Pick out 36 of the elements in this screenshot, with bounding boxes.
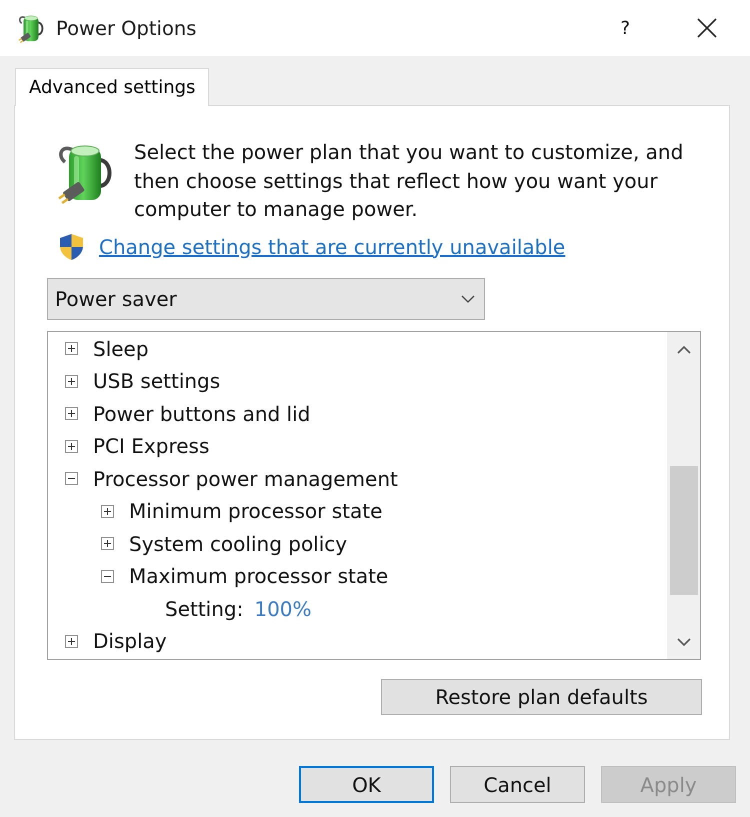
- tree-item[interactable]: PCI Express: [65, 430, 210, 462]
- plus-box-icon[interactable]: [65, 440, 78, 453]
- minus-box-icon[interactable]: [101, 570, 114, 583]
- minus-box-icon[interactable]: [65, 472, 78, 486]
- close-icon[interactable]: [697, 18, 717, 38]
- plus-box-icon[interactable]: [65, 374, 78, 388]
- plan-dropdown[interactable]: Power saver: [47, 278, 485, 320]
- setting-label: Setting:: [165, 596, 244, 621]
- chevron-down-icon[interactable]: [676, 638, 690, 646]
- tree-item[interactable]: Processor power management: [65, 462, 398, 495]
- restore-defaults-button[interactable]: Restore plan defaults: [381, 678, 702, 714]
- chevron-up-icon[interactable]: [676, 346, 690, 354]
- setting-value[interactable]: 100%: [254, 596, 312, 621]
- tree-item[interactable]: Maximum processor state: [101, 560, 388, 592]
- scrollbar-thumb[interactable]: [670, 466, 698, 594]
- help-button[interactable]: ?: [617, 18, 633, 38]
- dialog-button[interactable]: Cancel: [450, 766, 585, 803]
- tree-item[interactable]: Power buttons and lid: [65, 398, 310, 430]
- tree-item[interactable]: Display: [65, 625, 167, 658]
- plus-box-icon[interactable]: [101, 504, 114, 518]
- plus-box-icon[interactable]: [65, 407, 78, 420]
- plus-box-icon[interactable]: [65, 342, 78, 356]
- chevron-down-icon: [461, 294, 475, 302]
- plus-box-icon[interactable]: [101, 537, 114, 550]
- shield-icon: [58, 232, 85, 260]
- battery-plug-icon: [17, 12, 45, 44]
- tree-item[interactable]: Minimum processor state: [101, 495, 382, 528]
- tree-item[interactable]: System cooling policy: [101, 528, 348, 560]
- intro-text: Select the power plan that you want to customize, and then choose settings that reflect how you want your computer to manage power.: [134, 139, 684, 223]
- tab[interactable]: Advanced settings: [15, 68, 210, 106]
- plus-box-icon[interactable]: [65, 634, 78, 648]
- window-title: Power Options: [56, 16, 196, 40]
- tree-item[interactable]: Sleep: [65, 332, 149, 365]
- settings-link[interactable]: Change settings that are currently unavailable: [99, 234, 566, 258]
- tree-item[interactable]: USB settings: [65, 365, 220, 398]
- dialog-button[interactable]: OK: [299, 766, 434, 803]
